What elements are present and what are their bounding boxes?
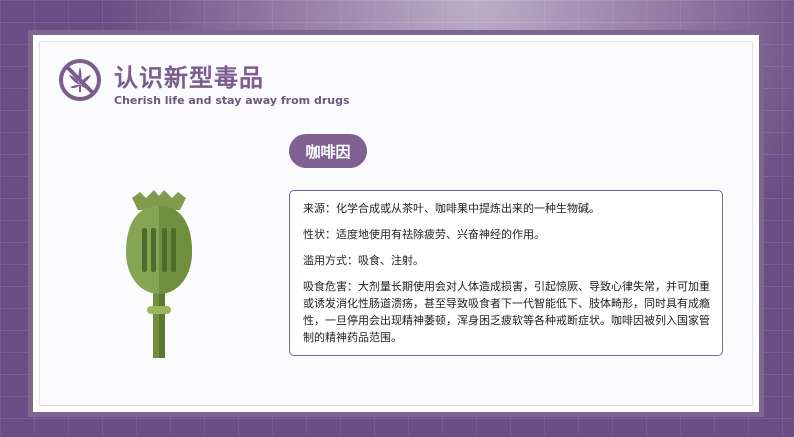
page-title: 认识新型毒品 bbox=[114, 64, 264, 92]
drug-properties: 性状：适度地使用有祛除疲劳、兴奋神经的作用。 bbox=[303, 228, 545, 241]
drug-source: 来源：化学合成或从茶叶、咖啡果中提炼出来的一种生物碱。 bbox=[303, 202, 600, 215]
drug-abuse-method: 滥用方式：吸食、注射。 bbox=[303, 254, 424, 267]
drug-info-box: 来源：化学合成或从茶叶、咖啡果中提炼出来的一种生物碱。 性状：适度地使用有祛除疲… bbox=[289, 190, 723, 356]
no-cannabis-icon bbox=[59, 59, 101, 101]
poppy-pod-icon bbox=[126, 190, 192, 358]
slide-card: 认识新型毒品 Cherish life and stay away from d… bbox=[39, 41, 753, 406]
drug-harm: 吸食危害：大剂量长期使用会对人体造成损害，引起惊厥、导致心律失常，并可加重或诱发… bbox=[303, 280, 710, 344]
slide-frame: 认识新型毒品 Cherish life and stay away from d… bbox=[28, 30, 764, 417]
page-subtitle: Cherish life and stay away from drugs bbox=[114, 94, 350, 107]
drug-name-badge: 咖啡因 bbox=[289, 134, 367, 168]
